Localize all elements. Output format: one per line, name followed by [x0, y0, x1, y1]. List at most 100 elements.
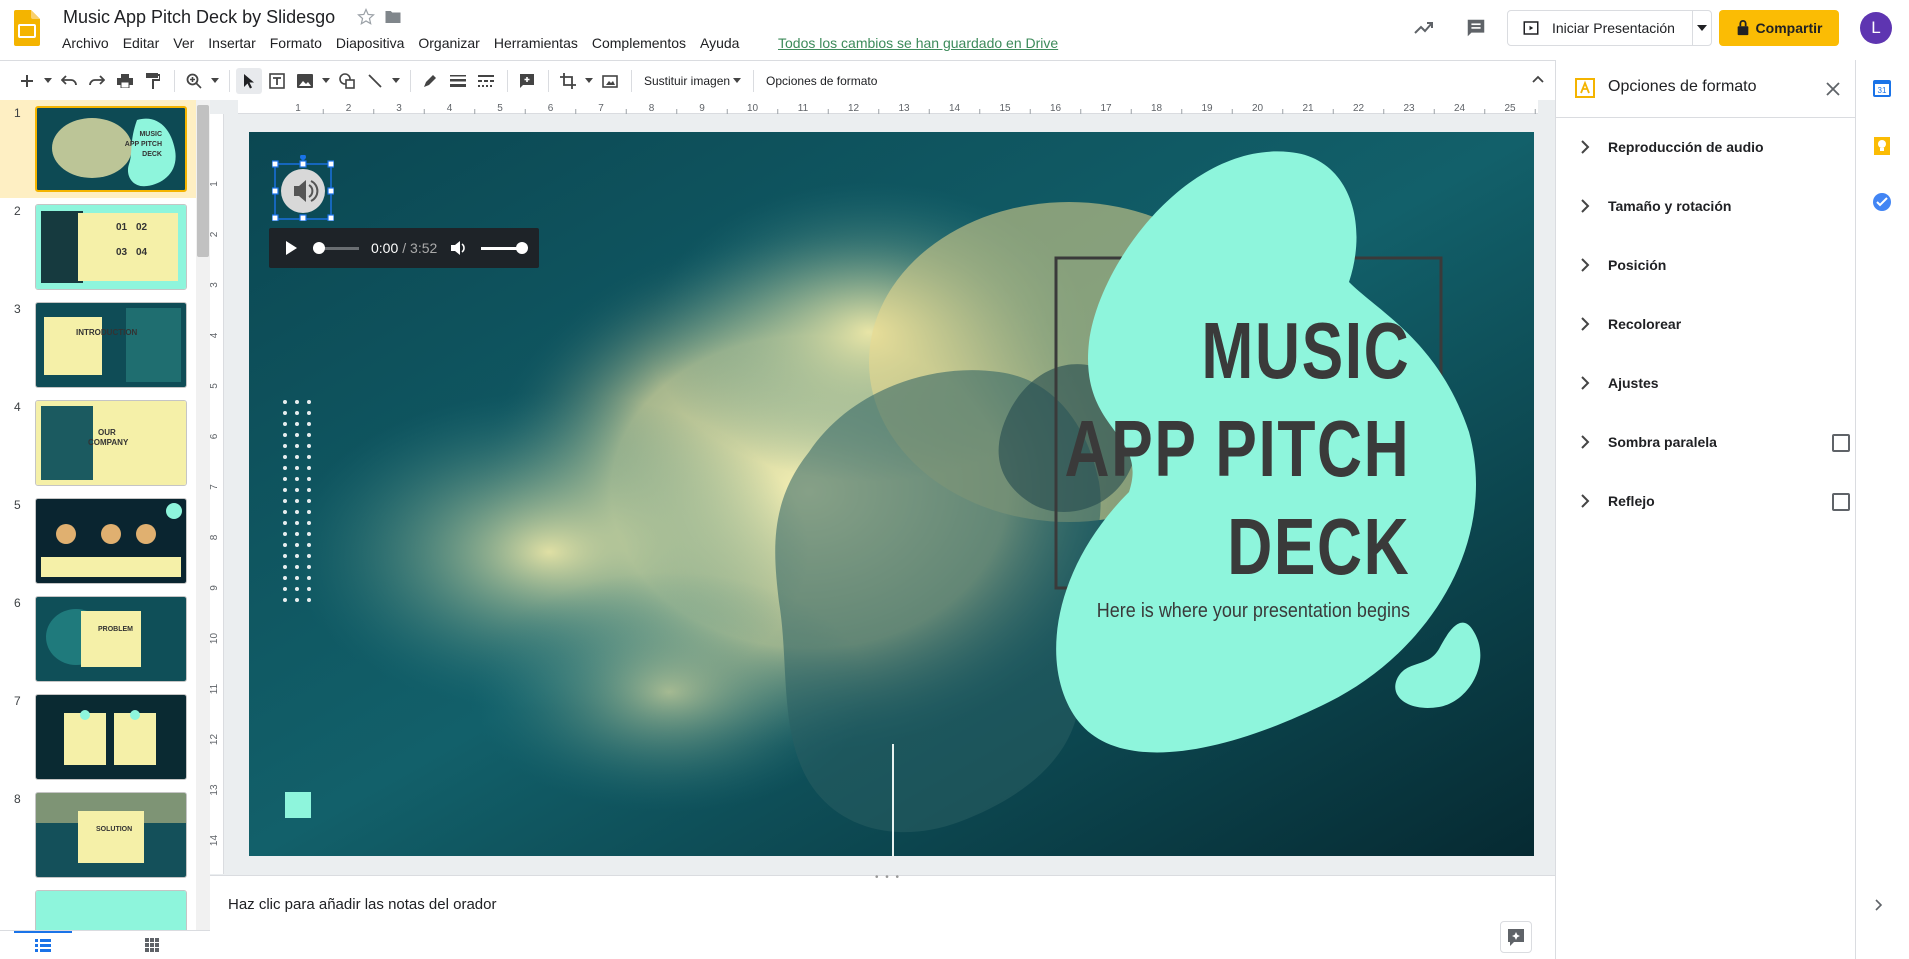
- undo-icon[interactable]: [56, 68, 82, 94]
- redo-icon[interactable]: [84, 68, 110, 94]
- section-position[interactable]: Posición: [1556, 236, 1856, 294]
- share-button[interactable]: Compartir: [1719, 10, 1839, 46]
- volume-slider[interactable]: [481, 242, 531, 254]
- menu-archivo[interactable]: Archivo: [55, 34, 116, 52]
- print-icon[interactable]: [112, 68, 138, 94]
- reflection-checkbox[interactable]: [1832, 493, 1850, 511]
- ruler-tick-label: 3: [396, 103, 402, 114]
- add-comment-icon[interactable]: [514, 68, 540, 94]
- collapse-toolbar-icon[interactable]: [1528, 69, 1548, 89]
- zoom-icon[interactable]: [181, 68, 207, 94]
- new-slide-icon[interactable]: [14, 68, 40, 94]
- vertical-ruler[interactable]: 1 2 3 4 5 6 7 8 9 10 11 12 13 14: [210, 114, 224, 874]
- present-main-button[interactable]: Iniciar Presentación: [1508, 11, 1694, 45]
- menu-organizar[interactable]: Organizar: [411, 34, 486, 52]
- new-slide-dropdown-icon[interactable]: [42, 68, 54, 94]
- star-icon[interactable]: [356, 7, 376, 27]
- decorative-dot: [283, 532, 287, 536]
- menu-ayuda[interactable]: Ayuda: [693, 34, 746, 52]
- insert-image-icon[interactable]: [292, 68, 318, 94]
- horizontal-ruler[interactable]: 1 2 3 4 5 6 7 8 9 10 11 12 13 14 15 16 17 18 19 20 21 22 23 24 2…: [238, 100, 1538, 114]
- select-cursor-icon[interactable]: [236, 67, 262, 94]
- slide-thumbnail-9[interactable]: [0, 884, 196, 930]
- ruler-tick-label: 6: [210, 433, 220, 439]
- slide-thumbnail-4[interactable]: 4 OUR COMPANY: [0, 394, 196, 492]
- activity-trend-icon[interactable]: [1411, 15, 1437, 41]
- notes-resize-handle[interactable]: • • •: [875, 872, 901, 883]
- slide-thumbnail-1[interactable]: 1 MUSIC APP PITCH DECK: [0, 100, 196, 198]
- speaker-notes-placeholder[interactable]: Haz clic para añadir las notas del orado…: [228, 896, 496, 913]
- slide-subtitle[interactable]: Here is where your presentation begins: [1097, 600, 1410, 623]
- section-recolor[interactable]: Recolorear: [1556, 295, 1856, 353]
- slide-thumbnail-image: PROBLEM: [35, 596, 187, 682]
- section-audio-playback[interactable]: Reproducción de audio: [1556, 118, 1856, 176]
- decorative-dot: [283, 521, 287, 525]
- audio-object-selected[interactable]: [272, 155, 334, 221]
- menu-insertar[interactable]: Insertar: [201, 34, 262, 52]
- decorative-dot: [283, 422, 287, 426]
- drop-shadow-checkbox[interactable]: [1832, 434, 1850, 452]
- volume-icon[interactable]: [447, 236, 471, 260]
- slide-thumbnail-5[interactable]: 5: [0, 492, 196, 590]
- crop-icon[interactable]: [555, 68, 581, 94]
- keep-icon[interactable]: [1872, 135, 1894, 157]
- explore-icon[interactable]: [1500, 921, 1532, 953]
- image-dropdown-icon[interactable]: [320, 68, 332, 94]
- list-view-icon[interactable]: [35, 938, 55, 954]
- speaker-notes[interactable]: • • • Haz clic para añadir las notas del…: [210, 872, 1555, 959]
- reset-image-icon[interactable]: [597, 68, 623, 94]
- menu-formato[interactable]: Formato: [263, 34, 329, 52]
- save-status-link[interactable]: Todos los cambios se han guardado en Dri…: [778, 35, 1058, 51]
- replace-image-button[interactable]: Sustituir imagen: [638, 68, 747, 94]
- section-label: Reflejo: [1608, 493, 1655, 509]
- document-title[interactable]: Music App Pitch Deck by Slidesgo: [63, 7, 335, 28]
- zoom-dropdown-icon[interactable]: [209, 68, 221, 94]
- chevron-right-icon[interactable]: [1872, 898, 1894, 920]
- grid-view-icon[interactable]: [145, 938, 161, 954]
- folder-icon[interactable]: [384, 8, 402, 26]
- menu-herramientas[interactable]: Herramientas: [487, 34, 585, 52]
- audio-progress-slider[interactable]: [313, 242, 359, 254]
- slide-thumbnail-2[interactable]: 2 01 02 03 04: [0, 198, 196, 296]
- border-dash-icon[interactable]: [473, 68, 499, 94]
- line-icon[interactable]: [362, 68, 388, 94]
- section-size-rotation[interactable]: Tamaño y rotación: [1556, 177, 1856, 235]
- menu-ver[interactable]: Ver: [166, 34, 201, 52]
- present-dropdown-icon[interactable]: [1693, 25, 1711, 31]
- format-options-button[interactable]: Opciones de formato: [760, 68, 883, 94]
- audio-progress-knob[interactable]: [313, 242, 325, 254]
- menu-complementos[interactable]: Complementos: [585, 34, 693, 52]
- menu-diapositiva[interactable]: Diapositiva: [329, 34, 411, 52]
- decorative-dot: [307, 532, 311, 536]
- text-box-icon[interactable]: [264, 68, 290, 94]
- volume-knob[interactable]: [515, 242, 528, 254]
- border-color-icon[interactable]: [417, 68, 443, 94]
- slide-thumbnail-7[interactable]: 7: [0, 688, 196, 786]
- border-weight-icon[interactable]: [445, 68, 471, 94]
- slide-thumbnail-6[interactable]: 6 PROBLEM: [0, 590, 196, 688]
- paint-format-icon[interactable]: [140, 68, 166, 94]
- section-drop-shadow[interactable]: Sombra paralela: [1556, 413, 1856, 471]
- menu-editar[interactable]: Editar: [116, 34, 167, 52]
- section-adjustments[interactable]: Ajustes: [1556, 354, 1856, 412]
- line-dropdown-icon[interactable]: [390, 68, 402, 94]
- comments-icon[interactable]: [1463, 15, 1489, 41]
- crop-dropdown-icon[interactable]: [583, 68, 595, 94]
- present-button[interactable]: Iniciar Presentación: [1507, 10, 1712, 46]
- close-icon[interactable]: [1822, 78, 1844, 100]
- slide-title[interactable]: MUSIC APP PITCH DECK: [1064, 302, 1410, 596]
- play-icon[interactable]: [279, 236, 303, 260]
- section-reflection[interactable]: Reflejo: [1556, 472, 1856, 530]
- ruler-tick-label: 13: [210, 784, 220, 796]
- ruler-tick-label: 12: [848, 103, 860, 114]
- svg-text:OUR: OUR: [98, 428, 116, 437]
- slides-logo-icon[interactable]: [14, 10, 40, 46]
- tasks-icon[interactable]: [1872, 192, 1894, 214]
- shape-icon[interactable]: [334, 68, 360, 94]
- filmstrip-scrollbar-thumb[interactable]: [197, 105, 209, 257]
- account-avatar[interactable]: L: [1860, 12, 1892, 44]
- decorative-dot: [307, 543, 311, 547]
- slide-thumbnail-8[interactable]: 8 SOLUTION: [0, 786, 196, 884]
- slide-thumbnail-3[interactable]: 3 INTRODUCTION: [0, 296, 196, 394]
- calendar-icon[interactable]: 31: [1872, 78, 1894, 100]
